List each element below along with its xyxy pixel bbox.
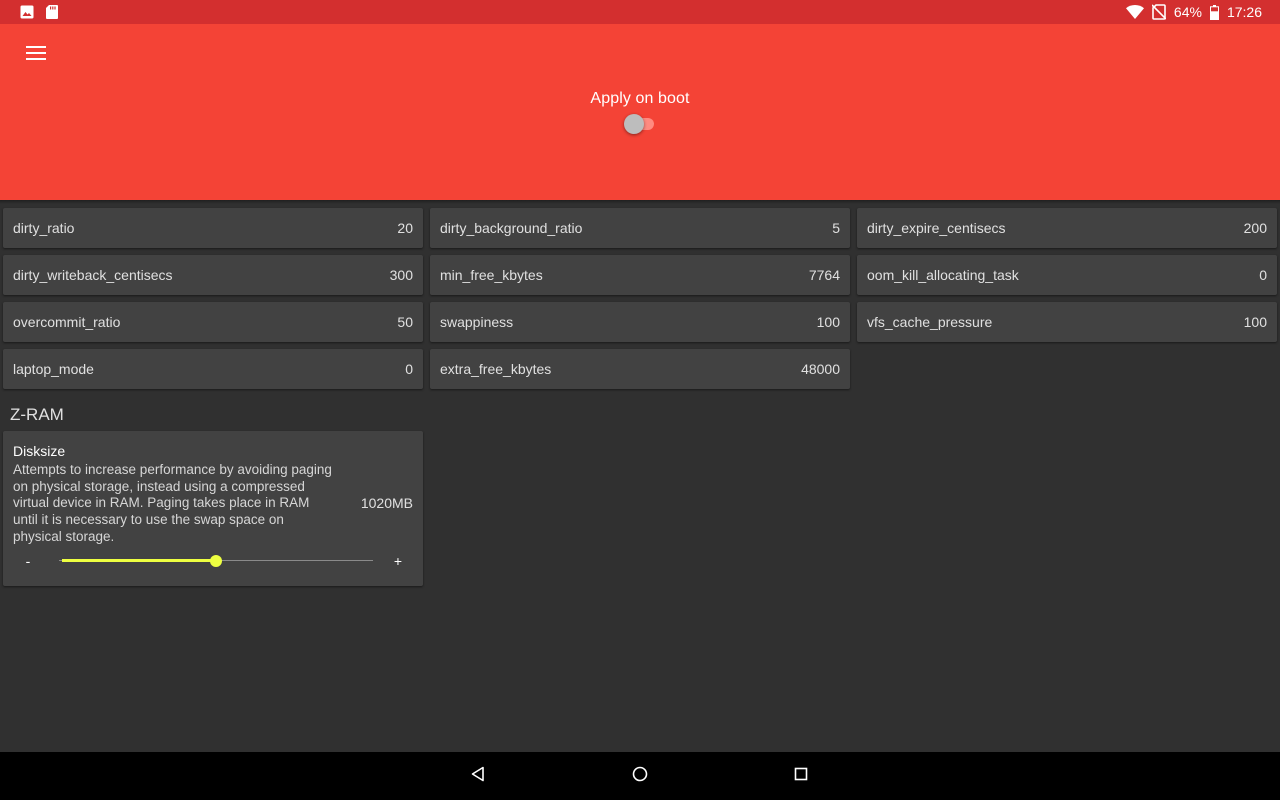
increase-button[interactable]: + (386, 551, 410, 571)
param-card-extra-free-kbytes[interactable]: extra_free_kbytes 48000 (430, 349, 850, 389)
recents-button[interactable] (787, 764, 815, 788)
param-card-vfs-cache-pressure[interactable]: vfs_cache_pressure 100 (857, 302, 1277, 342)
param-value: 100 (816, 314, 840, 330)
param-name: dirty_writeback_centisecs (13, 267, 173, 283)
param-name: dirty_ratio (13, 220, 75, 236)
param-card-min-free-kbytes[interactable]: min_free_kbytes 7764 (430, 255, 850, 295)
apply-on-boot-label: Apply on boot (590, 90, 690, 107)
zram-disksize-title: Disksize (13, 443, 66, 459)
back-button[interactable] (464, 764, 492, 788)
navigation-bar (0, 752, 1280, 800)
apply-on-boot: Apply on boot (0, 90, 1280, 134)
param-value: 0 (405, 361, 413, 377)
param-value: 200 (1243, 220, 1267, 236)
sd-card-icon (46, 5, 58, 19)
param-card-dirty-writeback-centisecs[interactable]: dirty_writeback_centisecs 300 (3, 255, 423, 295)
disksize-slider[interactable] (59, 551, 373, 571)
param-name: vfs_cache_pressure (867, 314, 993, 330)
param-name: dirty_background_ratio (440, 220, 583, 236)
param-card-dirty-expire-centisecs[interactable]: dirty_expire_centisecs 200 (857, 208, 1277, 248)
slider-knob[interactable] (210, 555, 222, 567)
param-value: 5 (832, 220, 840, 236)
recents-icon (794, 767, 808, 786)
section-title-zram: Z-RAM (10, 405, 64, 424)
image-icon (20, 5, 34, 19)
param-value: 0 (1259, 267, 1267, 283)
param-card-oom-kill-allocating-task[interactable]: oom_kill_allocating_task 0 (857, 255, 1277, 295)
app-bar: Apply on boot (0, 24, 1280, 200)
slider-fill (62, 559, 216, 562)
status-bar: 64% 17:26 (0, 0, 1280, 24)
param-name: overcommit_ratio (13, 314, 121, 330)
no-sim-icon (1151, 4, 1166, 20)
param-card-dirty-ratio[interactable]: dirty_ratio 20 (3, 208, 423, 248)
param-name: swappiness (440, 314, 514, 330)
apply-on-boot-toggle[interactable] (622, 114, 658, 134)
param-card-laptop-mode[interactable]: laptop_mode 0 (3, 349, 423, 389)
param-value: 48000 (801, 361, 840, 377)
back-icon (470, 766, 486, 787)
param-value: 7764 (808, 267, 840, 283)
param-card-swappiness[interactable]: swappiness 100 (430, 302, 850, 342)
param-name: min_free_kbytes (440, 267, 543, 283)
param-name: laptop_mode (13, 361, 94, 377)
hamburger-menu-icon (26, 45, 46, 65)
menu-button[interactable] (16, 38, 56, 72)
param-name: dirty_expire_centisecs (867, 220, 1006, 236)
home-icon (632, 766, 648, 787)
vm-params-grid: dirty_ratio 20 dirty_background_ratio 5 dirt… (3, 208, 1277, 389)
zram-disksize-card: Disksize Attempts to increase performanc… (3, 431, 423, 586)
param-value: 300 (389, 267, 413, 283)
battery-percent: 64% (1173, 4, 1202, 20)
param-value: 100 (1243, 314, 1267, 330)
decrease-button[interactable]: - (16, 551, 40, 571)
param-name: oom_kill_allocating_task (867, 267, 1019, 283)
clock: 17:26 (1226, 4, 1262, 20)
param-card-dirty-background-ratio[interactable]: dirty_background_ratio 5 (430, 208, 850, 248)
toggle-thumb (624, 114, 644, 134)
param-name: extra_free_kbytes (440, 361, 552, 377)
wifi-icon (1125, 5, 1144, 19)
app-bar-shadow (0, 200, 1280, 204)
status-bar-left (20, 5, 58, 19)
home-button[interactable] (626, 764, 654, 788)
param-value: 20 (397, 220, 413, 236)
battery-icon (1209, 4, 1219, 20)
param-value: 50 (397, 314, 413, 330)
zram-disksize-value: 1020MB (360, 495, 413, 511)
status-bar-right: 64% 17:26 (1125, 4, 1262, 20)
param-card-overcommit-ratio[interactable]: overcommit_ratio 50 (3, 302, 423, 342)
zram-disksize-description: Attempts to increase performance by avoi… (13, 462, 332, 544)
